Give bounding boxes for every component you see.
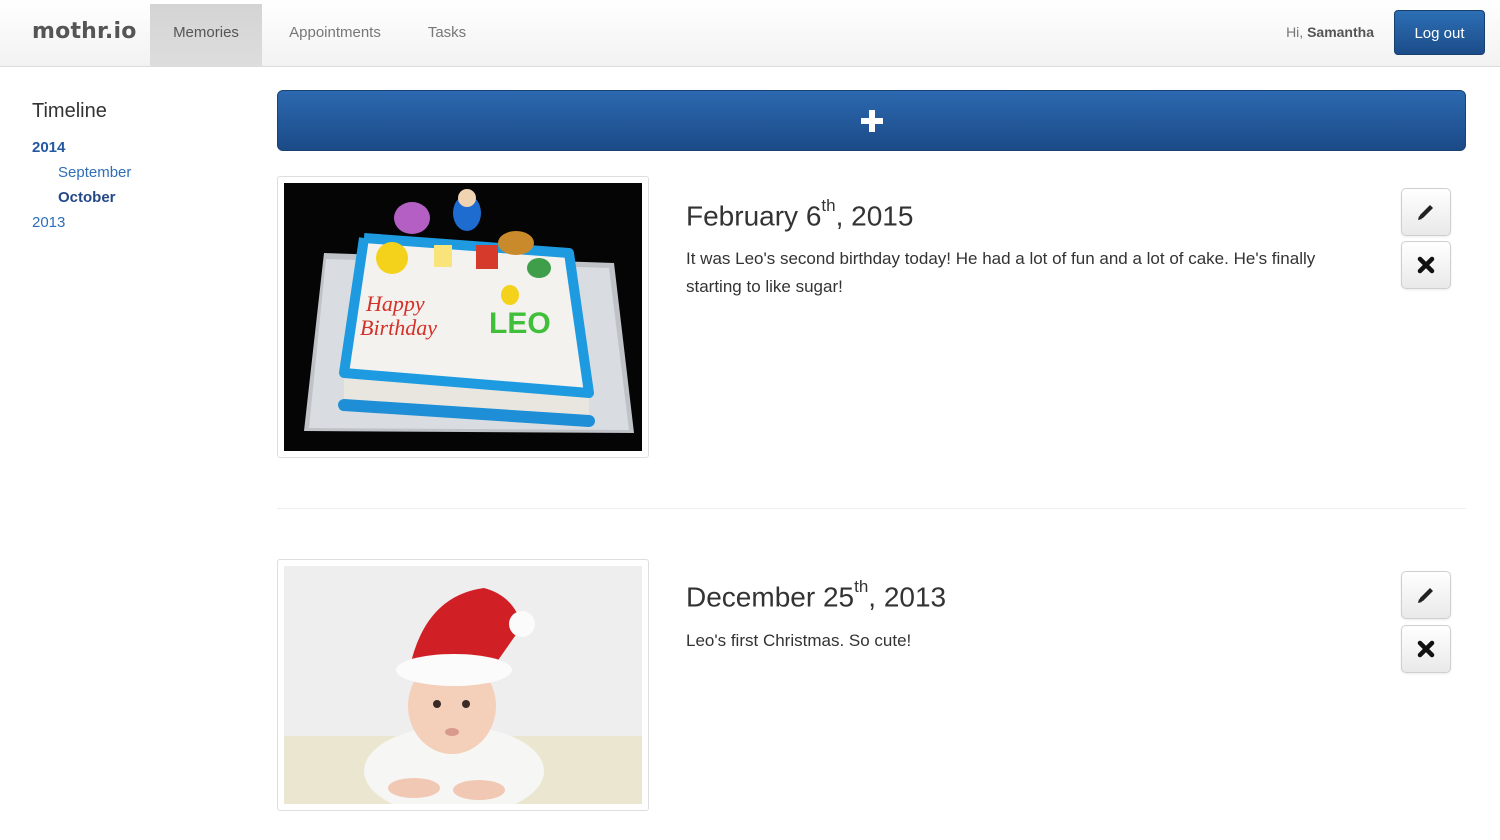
- timeline-year-2013[interactable]: 2013: [32, 210, 232, 235]
- memory-date: February 6th, 2015: [686, 196, 914, 232]
- memory-date-ordinal: th: [821, 196, 836, 215]
- svg-text:Happy: Happy: [365, 291, 425, 316]
- memory-divider: [277, 508, 1466, 509]
- user-name: Samantha: [1307, 24, 1374, 40]
- user-greeting: Hi, Samantha: [1286, 24, 1374, 40]
- edit-memory-button[interactable]: [1401, 571, 1451, 619]
- add-memory-button[interactable]: [277, 90, 1466, 151]
- top-navbar: mothr.io Memories Appointments Tasks Hi,…: [0, 0, 1500, 67]
- pencil-icon: [1418, 588, 1433, 603]
- plus-icon: [860, 110, 883, 132]
- logout-button[interactable]: Log out: [1394, 10, 1485, 55]
- close-icon: [1417, 256, 1435, 274]
- svg-text:Birthday: Birthday: [360, 315, 437, 340]
- memory-entry: December 25th, 2013 Leo's first Christma…: [277, 559, 1466, 814]
- timeline-year-2014[interactable]: 2014: [32, 135, 232, 160]
- memory-entry: Happy Birthday LEO February 6th, 2015 It…: [277, 176, 1466, 458]
- memory-description: Leo's first Christmas. So cute!: [686, 631, 912, 650]
- memory-date-day: December 25: [686, 581, 855, 613]
- close-icon: [1417, 640, 1435, 658]
- memory-date-ordinal: th: [854, 577, 869, 596]
- memory-date-year: , 2013: [868, 581, 947, 613]
- memory-date: December 25th, 2013: [686, 577, 947, 613]
- memory-description: It was Leo's second birthday today! He h…: [686, 249, 1316, 296]
- baby-santa-hat-photo: [284, 566, 642, 804]
- birthday-cake-photo: Happy Birthday LEO: [284, 183, 642, 451]
- timeline-sidebar: Timeline 2014 September October 2013: [32, 100, 232, 235]
- memory-date-day: February 6: [686, 200, 822, 232]
- tab-appointments[interactable]: Appointments: [268, 4, 402, 66]
- timeline-month-october[interactable]: October: [32, 185, 232, 210]
- tab-tasks[interactable]: Tasks: [414, 4, 480, 66]
- memory-photo-frame[interactable]: [277, 559, 649, 811]
- memory-date-year: , 2015: [835, 200, 914, 232]
- brand-logo[interactable]: mothr.io: [32, 19, 137, 44]
- delete-memory-button[interactable]: [1401, 625, 1451, 673]
- delete-memory-button[interactable]: [1401, 241, 1451, 289]
- svg-text:LEO: LEO: [489, 307, 551, 340]
- timeline-month-september[interactable]: September: [32, 160, 232, 185]
- edit-memory-button[interactable]: [1401, 188, 1451, 236]
- pencil-icon: [1418, 205, 1433, 220]
- tab-memories[interactable]: Memories: [150, 4, 262, 66]
- greeting-prefix: Hi,: [1286, 24, 1304, 40]
- timeline-title: Timeline: [32, 100, 107, 122]
- memory-photo-frame[interactable]: Happy Birthday LEO: [277, 176, 649, 458]
